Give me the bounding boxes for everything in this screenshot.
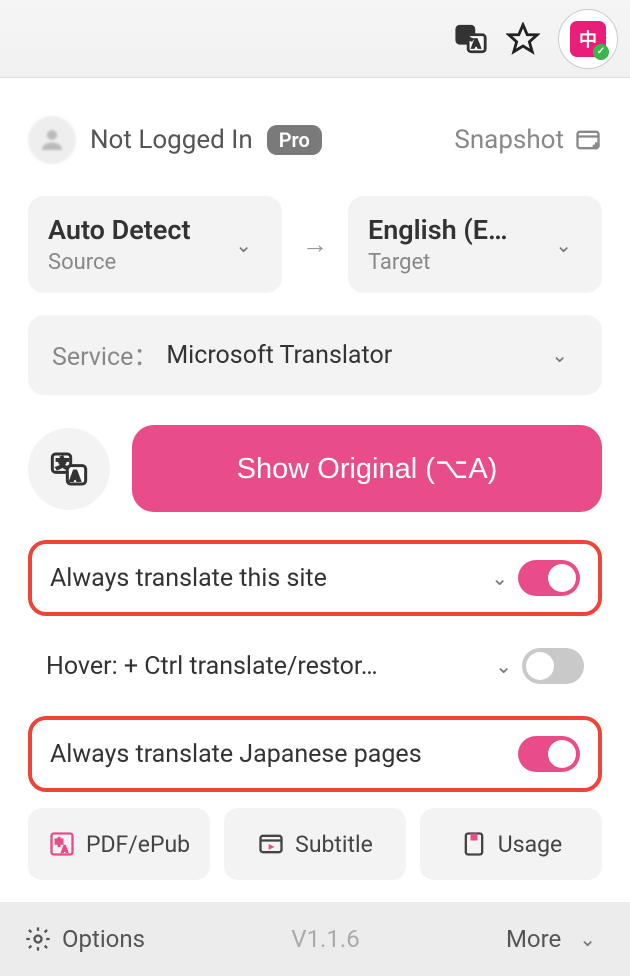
always-translate-site-toggle[interactable] [518,560,580,596]
arrow-icon: → [296,196,334,293]
target-language-sub: Target [368,250,535,275]
translate-icon[interactable]: 文 A [454,22,488,56]
popup-footer: Options V1.1.6 More ⌄ [0,902,630,976]
always-translate-language-toggle[interactable] [518,736,580,772]
hover-toggle[interactable] [522,648,584,684]
pdf-epub-label: PDF/ePub [86,831,190,858]
svg-text:A: A [472,36,480,50]
subtitle-button[interactable]: Subtitle [224,808,406,880]
always-translate-language-row: Always translate Japanese pages [28,716,602,792]
source-language-select[interactable]: Auto Detect Source ⌄ [28,196,282,293]
always-translate-site-row: Always translate this site ⌄ [28,540,602,616]
chevron-down-icon: ⌄ [579,927,596,951]
svg-text:文: 文 [461,28,472,42]
hover-setting-row: Hover: + Ctrl translate/restor… ⌄ [28,632,602,700]
chevron-down-icon[interactable]: ⌄ [495,654,512,678]
gear-icon[interactable] [24,925,52,953]
chevron-down-icon: ⌄ [555,233,572,257]
service-label: Service： [52,337,158,373]
check-icon: ✓ [593,44,609,60]
options-button[interactable]: Options [62,925,145,953]
service-select[interactable]: Service： Microsoft Translator ⌄ [28,315,602,395]
star-icon[interactable] [506,22,540,56]
subtitle-label: Subtitle [295,831,373,858]
translate-page-icon-button[interactable]: A 文 [28,428,110,510]
snapshot-label: Snapshot [454,125,564,155]
svg-text:A: A [62,844,68,854]
popup-header: Not Logged In Pro Snapshot [28,116,602,164]
source-language-sub: Source [48,250,215,275]
usage-button[interactable]: Usage [420,808,602,880]
browser-topbar: 文 A 中 ✓ [0,0,630,78]
pdf-epub-button[interactable]: 中 A PDF/ePub [28,808,210,880]
show-original-button[interactable]: Show Original (⌥A) [132,425,602,512]
more-button[interactable]: More ⌄ [506,925,606,953]
source-language-title: Auto Detect [48,214,215,246]
snapshot-button[interactable]: Snapshot [454,125,602,155]
always-translate-language-label: Always translate Japanese pages [50,740,518,769]
pro-badge: Pro [267,125,322,155]
login-status[interactable]: Not Logged In [90,125,253,155]
target-language-title: English (E… [368,214,535,246]
extension-button[interactable]: 中 ✓ [558,9,618,69]
svg-text:文: 文 [57,456,69,470]
service-name: Microsoft Translator [166,341,541,370]
always-translate-site-label: Always translate this site [50,564,481,593]
hover-setting-label: Hover: + Ctrl translate/restor… [46,652,485,681]
usage-label: Usage [498,831,562,858]
chevron-down-icon: ⌄ [235,233,252,257]
version-label: V1.1.6 [145,925,506,953]
target-language-select[interactable]: English (E… Target ⌄ [348,196,602,293]
more-label: More [506,925,561,953]
chevron-down-icon[interactable]: ⌄ [491,566,508,590]
avatar[interactable] [28,116,76,164]
extension-icon: 中 ✓ [570,21,606,57]
svg-text:A: A [71,469,80,484]
chevron-down-icon: ⌄ [551,343,568,367]
